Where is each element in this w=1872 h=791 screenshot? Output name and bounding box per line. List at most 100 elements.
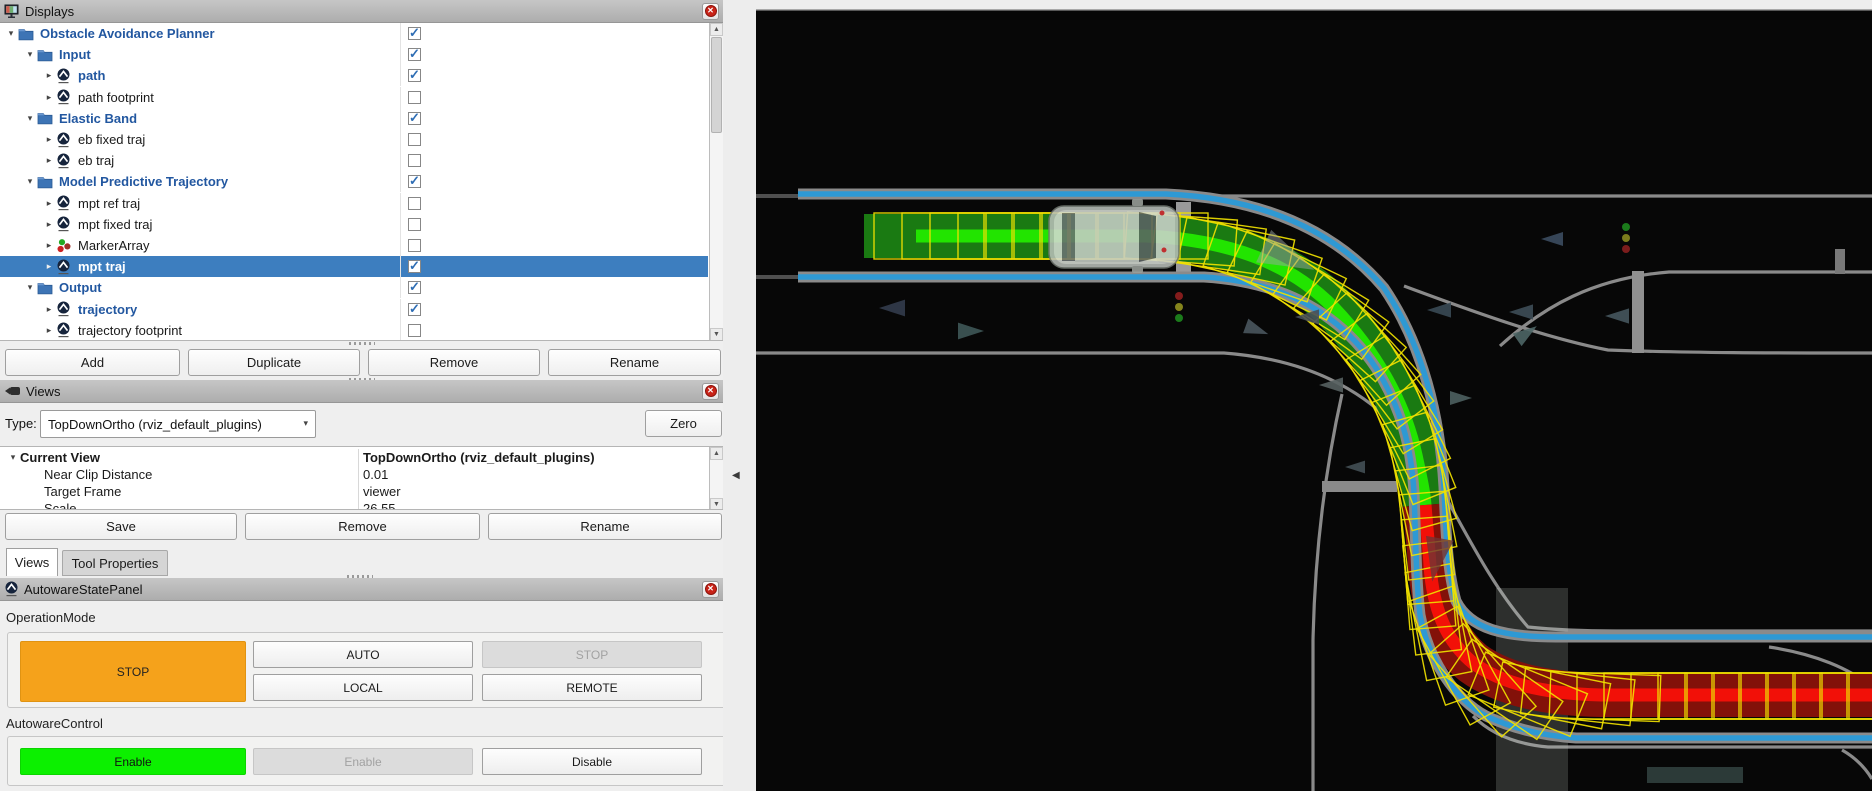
visibility-checkbox[interactable] [408,48,421,61]
collapse-left-icon[interactable] [732,470,740,481]
visibility-checkbox[interactable] [408,69,421,82]
autoware-control-enable-active-green-button[interactable]: Enable [20,748,246,775]
visibility-checkbox[interactable] [408,239,421,252]
display-item-mpt-ref-traj[interactable]: mpt ref traj [0,193,708,214]
view-property-scale[interactable]: Scale26.55 [0,500,708,510]
display-item-mpt-fixed-traj[interactable]: mpt fixed traj [0,214,708,235]
displays-tree-scrollbar[interactable] [709,23,723,341]
visibility-checkbox[interactable] [408,218,421,231]
visibility-checkbox[interactable] [408,197,421,210]
collapse-icon[interactable] [4,28,18,39]
views-table-scrollbar[interactable] [709,447,723,510]
display-item-mpt-traj[interactable]: mpt traj [0,256,708,277]
operation-mode-local-normal-button[interactable]: LOCAL [253,674,473,701]
operation-mode-remote-normal-button[interactable]: REMOTE [482,674,702,701]
checkbox-cell [401,87,708,108]
autoware-control-disable-normal-button[interactable]: Disable [482,748,702,775]
expand-icon[interactable] [42,198,56,209]
display-item-model-predictive-trajectory[interactable]: Model Predictive Trajectory [0,171,708,192]
expand-icon[interactable] [42,304,56,315]
display-item-trajectory-footprint[interactable]: trajectory footprint [0,320,708,341]
panel-splitter[interactable] [723,0,756,791]
tab-views[interactable]: Views [6,548,58,576]
autoware-panel-close-button[interactable] [702,581,719,598]
scroll-up-icon[interactable] [710,23,723,36]
property-value[interactable]: 0.01 [359,467,388,482]
collapse-icon[interactable] [23,176,37,187]
visibility-checkbox[interactable] [408,91,421,104]
display-item-markerarray[interactable]: MarkerArray [0,235,708,256]
expand-icon[interactable] [42,240,56,251]
add-button[interactable]: Add [5,349,180,376]
display-item-text: Elastic Band [59,111,137,126]
rename-button[interactable]: Rename [548,349,721,376]
visibility-checkbox[interactable] [408,281,421,294]
expand-icon[interactable] [42,70,56,81]
collapse-icon[interactable] [23,282,37,293]
view-property-current-view[interactable]: Current View TopDownOrtho (rviz_default_p… [0,449,708,466]
display-item-trajectory[interactable]: trajectory [0,299,708,320]
checkbox-cell [401,214,708,235]
property-value[interactable]: TopDownOrtho (rviz_default_plugins) [359,450,595,465]
display-item-label-cell: path footprint [0,87,401,108]
expand-icon[interactable] [42,92,56,103]
property-name: Current View [20,450,100,465]
collapse-icon[interactable] [23,113,37,124]
display-item-obstacle-avoidance-planner[interactable]: Obstacle Avoidance Planner [0,23,708,44]
operation-mode-auto-normal-button[interactable]: AUTO [253,641,473,668]
views-close-button[interactable] [702,383,719,400]
visibility-checkbox[interactable] [408,303,421,316]
scroll-down-icon[interactable] [710,328,723,341]
visibility-checkbox[interactable] [408,324,421,337]
visibility-checkbox[interactable] [408,27,421,40]
autoware-state-panel-header[interactable]: AutowareStatePanel [0,578,723,601]
splitter-handle[interactable] [0,341,723,345]
display-item-elastic-band[interactable]: Elastic Band [0,108,708,129]
remove-button[interactable]: Remove [368,349,540,376]
view-property-near-clip-distance[interactable]: Near Clip Distance0.01 [0,466,708,483]
autoware-icon [56,68,73,84]
tab-tool-properties[interactable]: Tool Properties [62,550,168,576]
duplicate-button[interactable]: Duplicate [188,349,360,376]
views-panel-header[interactable]: Views [0,380,723,403]
scroll-down-icon[interactable] [710,498,723,510]
autoware-icon [56,89,73,105]
view-type-label: Type: [5,416,37,431]
3d-viewport[interactable] [756,0,1872,791]
displays-panel-header[interactable]: Displays [0,0,723,23]
rename-button[interactable]: Rename [488,513,722,540]
remove-button[interactable]: Remove [245,513,480,540]
displays-tree: trajectory footprinttrajectoryOutputmpt … [0,23,723,341]
expand-icon[interactable] [42,155,56,166]
collapse-icon[interactable] [23,49,37,60]
property-value[interactable]: viewer [359,484,401,499]
property-value[interactable]: 26.55 [359,501,396,510]
expand-icon[interactable] [42,261,56,272]
scrollbar-thumb[interactable] [711,37,722,133]
visibility-checkbox[interactable] [408,175,421,188]
display-item-eb-fixed-traj[interactable]: eb fixed traj [0,129,708,150]
expand-icon[interactable] [42,325,56,336]
scroll-up-icon[interactable] [710,447,723,460]
save-button[interactable]: Save [5,513,237,540]
checkbox-cell [401,129,708,150]
visibility-checkbox[interactable] [408,260,421,273]
display-item-output[interactable]: Output [0,277,708,298]
visibility-checkbox[interactable] [408,112,421,125]
operation-mode-stop-active-orange-button[interactable]: STOP [20,641,246,702]
visibility-checkbox[interactable] [408,154,421,167]
operation-mode-stop-disabled-button: STOP [482,641,702,668]
display-item-path[interactable]: path [0,65,708,86]
autoware-icon [56,132,73,148]
expand-icon[interactable] [42,134,56,145]
zero-button[interactable]: Zero [645,410,722,437]
display-item-eb-traj[interactable]: eb traj [0,150,708,171]
display-item-input[interactable]: Input [0,44,708,65]
displays-close-button[interactable] [702,3,719,20]
visibility-checkbox[interactable] [408,133,421,146]
view-type-select[interactable]: TopDownOrtho (rviz_default_plugins) [40,410,316,438]
view-property-target-frame[interactable]: Target Frameviewer [0,483,708,500]
collapse-icon[interactable] [6,452,20,463]
expand-icon[interactable] [42,219,56,230]
display-item-path-footprint[interactable]: path footprint [0,87,708,108]
